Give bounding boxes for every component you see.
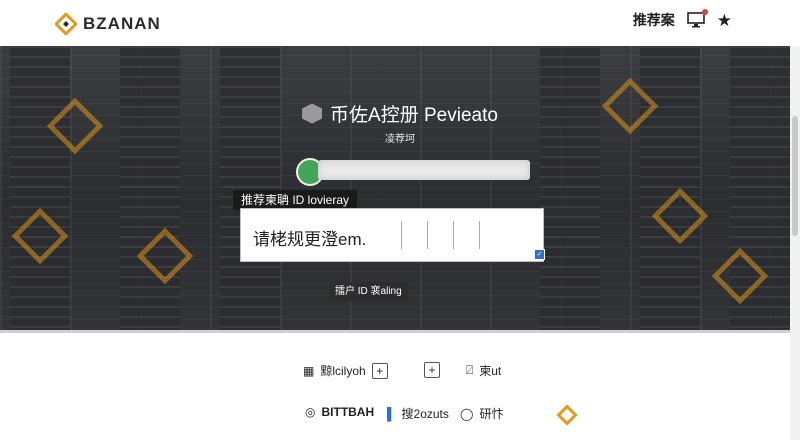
brand-logo-icon [55,13,77,35]
cube-icon [302,103,323,124]
footer-item-2[interactable]: ▌ 搜2ozuts [387,405,449,422]
brand-name: BZANAN [83,14,161,33]
server-rack-image [730,46,790,356]
hero-title: 币佐A控册 Pevieato [330,105,498,126]
chat-icon: ◯ [460,406,474,421]
link-item-1-label: 黥lcilyoh [320,364,366,378]
server-rack-image [120,46,180,356]
link-item-2[interactable]: + [424,362,440,378]
footer-item-3-label: 研忭 [479,407,504,421]
server-rack-image [10,46,70,356]
scrollbar-thumb[interactable] [792,116,798,236]
code-digit-cell[interactable] [453,221,476,249]
link-item-1[interactable]: ▦ 黥lcilyoh + [303,362,388,379]
footer-logo-icon: ◎ [305,405,316,419]
hero-background [0,46,790,356]
add-icon[interactable]: + [371,362,388,379]
message-icon: ⍁ [466,363,474,377]
brand-logo[interactable]: BZANAN [55,13,161,35]
footer-item-2-label: 搜2ozuts [401,407,449,421]
page-scrollbar[interactable] [790,46,800,440]
grid-icon: ▦ [303,363,315,378]
code-digit-cell[interactable] [401,221,424,249]
referral-code-text: 请栳规更澄em. [253,230,367,249]
referral-link[interactable]: 推荐案 [633,10,675,30]
referral-id-tooltip: 推荐柬聃 ID lovieray [233,190,358,210]
torn-paper-edge [0,330,790,373]
notification-dot [701,9,708,15]
confirm-checkbox[interactable]: ✓ [534,249,545,260]
code-digit-cell[interactable] [427,221,450,249]
hero-title-row: 币佐A控册 Pevieato [0,100,800,127]
top-navbar: BZANAN 推荐案 ★ [0,0,800,47]
add-icon[interactable]: + [424,362,440,378]
footer-diamond-icon [556,404,578,426]
blurred-account-field[interactable] [318,160,530,180]
monitor-icon[interactable] [686,9,708,28]
footer-brand[interactable]: ◎ BITTBAH [305,405,374,419]
footer-brand-label: BITTBAH [321,405,375,419]
hero-subtitle: 凌荐坷 [385,134,415,145]
link-item-3-label: 柬ut [479,364,502,378]
top-right-actions: 推荐案 ★ [633,9,732,30]
link-item-3[interactable]: ⍁ 柬ut [466,362,501,379]
referral-code-input[interactable]: 请栳规更澄em. [240,208,544,262]
footer-item-3[interactable]: ◯ 研忭 [460,405,503,422]
star-icon[interactable]: ★ [717,12,732,29]
document-icon: ▌ [387,406,396,421]
submit-referral-button[interactable]: 擂户 ID 裵aling [329,282,408,302]
server-rack-image [540,46,600,356]
code-digit-cell[interactable] [479,221,502,249]
